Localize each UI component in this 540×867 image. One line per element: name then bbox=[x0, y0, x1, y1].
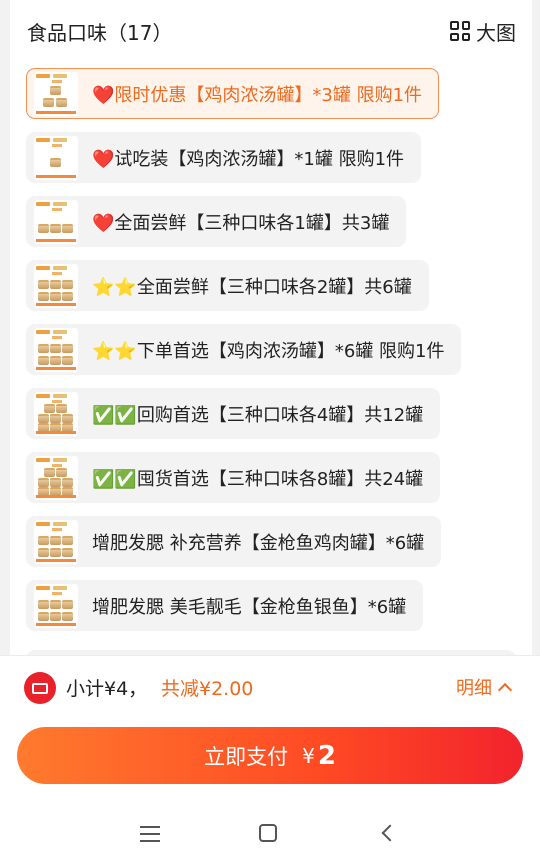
flavor-option[interactable]: 增肥发腮 美毛靓毛【金枪鱼银鱼】*6罐 bbox=[26, 580, 424, 631]
pay-currency: ¥ bbox=[302, 743, 315, 768]
flavor-option-label: ✅✅回购首选【三种口味各4罐】共12罐 bbox=[92, 404, 424, 426]
flavor-option-label: ⭐⭐全面尝鲜【三种口味各2罐】共6罐 bbox=[92, 276, 412, 298]
large-view-toggle[interactable]: 大图 bbox=[450, 14, 516, 48]
coupon-icon bbox=[24, 672, 56, 704]
discount-text: 共减¥2.00 bbox=[161, 678, 254, 700]
product-thumbnail bbox=[34, 71, 78, 116]
flavor-option[interactable]: ✅✅囤货首选【三种口味各8罐】共24罐 bbox=[26, 452, 441, 503]
subtotal-text: 小计¥4， bbox=[66, 678, 148, 700]
flavor-option-label: ❤️限时优惠【鸡肉浓汤罐】*3罐 限购1件 bbox=[92, 84, 423, 106]
product-thumbnail bbox=[34, 391, 78, 436]
view-toggle-label: 大图 bbox=[476, 20, 516, 45]
back-icon[interactable] bbox=[381, 824, 399, 842]
flavor-option-label: ⭐⭐下单首选【鸡肉浓汤罐】*6罐 限购1件 bbox=[92, 340, 445, 362]
product-thumbnail bbox=[34, 135, 78, 180]
system-nav-bar bbox=[0, 800, 540, 867]
product-thumbnail bbox=[34, 263, 78, 308]
flavor-option-label: ❤️全面尝鲜【三种口味各1罐】共3罐 bbox=[92, 212, 390, 234]
flavor-option-label: ✅✅囤货首选【三种口味各8罐】共24罐 bbox=[92, 468, 424, 490]
pay-amount: 2 bbox=[317, 740, 336, 771]
flavor-option-label: 增肥发腮 补充营养【金枪鱼鸡肉罐】*6罐 bbox=[92, 532, 425, 554]
flavor-option[interactable]: ⭐⭐全面尝鲜【三种口味各2罐】共6罐 bbox=[26, 260, 429, 311]
grid-icon bbox=[450, 21, 470, 41]
flavor-option-label: 增肥发腮 美毛靓毛【金枪鱼银鱼】*6罐 bbox=[92, 596, 407, 618]
flavor-option[interactable]: ❤️限时优惠【鸡肉浓汤罐】*3罐 限购1件 bbox=[26, 68, 440, 119]
price-details-toggle[interactable]: 明细 bbox=[456, 672, 513, 702]
flavor-option[interactable]: ✅✅回购首选【三种口味各4罐】共12罐 bbox=[26, 388, 441, 439]
flavor-option-label: ❤️试吃装【鸡肉浓汤罐】*1罐 限购1件 bbox=[92, 148, 405, 170]
sheet-title: 食品口味（17） bbox=[27, 21, 173, 45]
product-thumbnail bbox=[34, 583, 78, 628]
flavor-selection-sheet: 食品口味（17） 大图 ❤️限时优惠【鸡肉浓汤罐】*3罐 限购1件 ❤️试吃装【… bbox=[10, 0, 532, 655]
pay-button-label: 立即支付 bbox=[204, 744, 289, 769]
sheet-header: 食品口味（17） 大图 bbox=[10, 0, 532, 62]
home-icon[interactable] bbox=[259, 824, 277, 842]
product-thumbnail bbox=[34, 199, 78, 244]
flavor-option[interactable]: ⭐⭐下单首选【鸡肉浓汤罐】*6罐 限购1件 bbox=[26, 324, 462, 375]
product-thumbnail bbox=[34, 455, 78, 500]
product-thumbnail bbox=[34, 327, 78, 372]
menu-icon[interactable] bbox=[140, 826, 160, 842]
pay-now-button[interactable]: 立即支付 ¥ 2 bbox=[17, 727, 523, 784]
footer-divider bbox=[0, 655, 540, 656]
flavor-option[interactable]: 增肥发腮 补充营养【金枪鱼鸡肉罐】*6罐 bbox=[26, 516, 442, 567]
flavor-option[interactable]: ❤️全面尝鲜【三种口味各1罐】共3罐 bbox=[26, 196, 407, 247]
details-label: 明细 bbox=[456, 678, 492, 699]
flavor-option[interactable]: ❤️试吃装【鸡肉浓汤罐】*1罐 限购1件 bbox=[26, 132, 422, 183]
chevron-up-icon bbox=[497, 682, 513, 698]
product-thumbnail bbox=[34, 519, 78, 564]
